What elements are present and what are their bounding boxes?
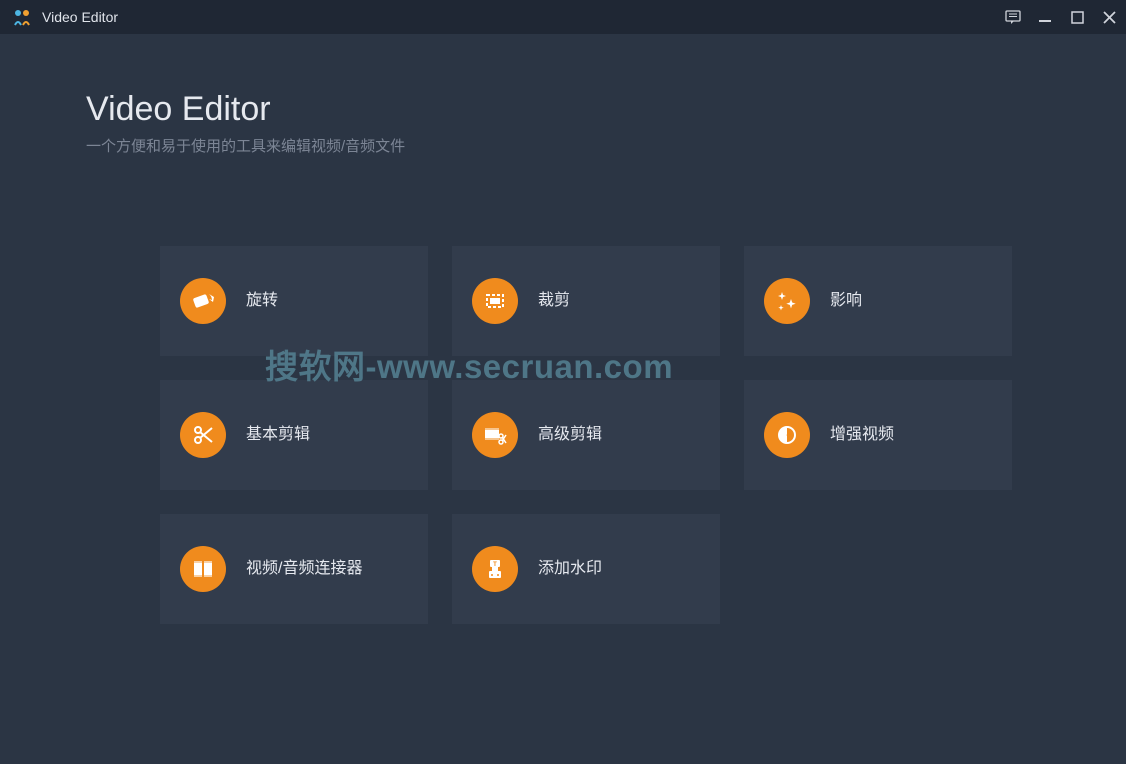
tool-label: 添加水印 (538, 559, 602, 580)
tool-label: 高级剪辑 (538, 425, 602, 446)
tool-advanced-clip[interactable]: 高级剪辑 (452, 380, 720, 490)
tool-basic-clip[interactable]: 基本剪辑 (160, 380, 428, 490)
rotate-icon (180, 278, 226, 324)
effects-icon (764, 278, 810, 324)
tool-label: 旋转 (246, 291, 278, 312)
maximize-button[interactable] (1068, 8, 1086, 26)
watermark-icon: T (472, 546, 518, 592)
tool-label: 增强视频 (830, 425, 894, 446)
advanced-clip-icon (472, 412, 518, 458)
page-title: Video Editor (86, 90, 1126, 129)
close-button[interactable] (1100, 8, 1118, 26)
tool-label: 视频/音频连接器 (246, 559, 362, 580)
tool-enhance[interactable]: 增强视频 (744, 380, 1012, 490)
tool-joiner[interactable]: 视频/音频连接器 (160, 514, 428, 624)
tool-watermark[interactable]: T 添加水印 (452, 514, 720, 624)
window-controls (1004, 8, 1118, 26)
window-title: Video Editor (42, 9, 1004, 25)
crop-icon (472, 278, 518, 324)
basic-clip-icon (180, 412, 226, 458)
tool-label: 影响 (830, 291, 862, 312)
tool-label: 基本剪辑 (246, 425, 310, 446)
joiner-icon (180, 546, 226, 592)
tools-grid: 旋转 裁剪 影响 基本剪辑 高级剪辑 增强视频 视频/音频连接器 (160, 246, 1126, 624)
page-subtitle: 一个方便和易于使用的工具来编辑视频/音频文件 (86, 135, 1126, 156)
app-logo-icon (12, 7, 32, 27)
tool-effects[interactable]: 影响 (744, 246, 1012, 356)
titlebar: Video Editor (0, 0, 1126, 34)
tool-label: 裁剪 (538, 291, 570, 312)
tool-rotate[interactable]: 旋转 (160, 246, 428, 356)
enhance-icon (764, 412, 810, 458)
tool-crop[interactable]: 裁剪 (452, 246, 720, 356)
minimize-button[interactable] (1036, 8, 1054, 26)
feedback-icon[interactable] (1004, 8, 1022, 26)
page-header: Video Editor 一个方便和易于使用的工具来编辑视频/音频文件 (0, 34, 1126, 156)
